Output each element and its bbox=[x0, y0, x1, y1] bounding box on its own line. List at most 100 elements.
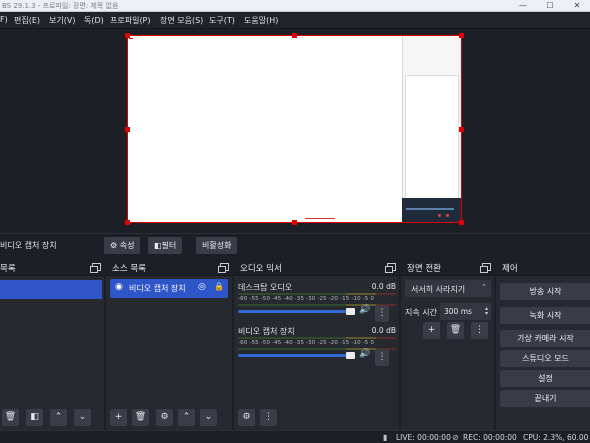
selected-source-name: 비디오 캡처 장치 bbox=[0, 241, 57, 250]
scenes-dock-header: 목록 bbox=[0, 258, 104, 276]
menu-view[interactable]: 보기(V) bbox=[49, 15, 75, 26]
rec-status: REC: 00:00:00 bbox=[463, 433, 517, 442]
trash-icon[interactable]: 🗑 bbox=[132, 409, 149, 426]
controls-dock-header: 제어 bbox=[496, 258, 590, 276]
performance-status: CPU: 2.3%, 60.00 fps bbox=[523, 433, 590, 442]
deactivate-button[interactable]: 비활성화 bbox=[196, 237, 238, 254]
volume-meter bbox=[238, 337, 396, 339]
properties-label: 속성 bbox=[119, 241, 135, 250]
exit-button[interactable]: 끝내기 bbox=[500, 390, 590, 407]
mixer-channel-db: 0.0 dB bbox=[371, 282, 396, 291]
sources-dock-toolbar: + 🗑 ⚙ ⌃ ⌄ bbox=[106, 406, 232, 430]
trash-icon[interactable]: 🗑 bbox=[447, 322, 464, 339]
speaker-icon[interactable]: 🔊 bbox=[359, 349, 370, 359]
audio-mixer-title: 오디오 믹서 bbox=[240, 264, 282, 274]
add-icon[interactable]: + bbox=[110, 409, 127, 426]
resize-handle[interactable] bbox=[292, 33, 297, 38]
sources-dock-title: 소스 목록 bbox=[112, 264, 146, 274]
chevron-up-icon[interactable]: ⌃ bbox=[50, 409, 67, 426]
resize-handle[interactable] bbox=[459, 127, 464, 132]
live-status: LIVE: 00:00:00 bbox=[396, 433, 451, 442]
settings-button[interactable]: 설정 bbox=[500, 370, 590, 387]
volume-slider[interactable] bbox=[238, 310, 348, 313]
duration-spinbox[interactable]: 300 ms ▴ ▾ bbox=[440, 303, 491, 320]
audio-mixer-header: 오디오 믹서 bbox=[234, 258, 399, 276]
trash-icon[interactable]: 🗑 bbox=[2, 409, 19, 426]
source-item-label: 비디오 캡처 장치 bbox=[129, 284, 186, 293]
scene-item[interactable] bbox=[0, 280, 102, 299]
record-icon: ⊘ bbox=[452, 433, 459, 442]
speaker-icon[interactable]: 🔊 bbox=[359, 305, 370, 315]
properties-button[interactable]: ⚙ 속성 bbox=[104, 237, 141, 254]
duration-value: 300 ms bbox=[444, 307, 472, 316]
undock-icon[interactable] bbox=[90, 263, 101, 273]
lock-icon[interactable]: 🔒 bbox=[214, 282, 224, 291]
filter-icon[interactable]: ◧ bbox=[26, 409, 43, 426]
resize-handle[interactable] bbox=[125, 127, 130, 132]
camera-icon: ◉ bbox=[115, 282, 123, 292]
spin-icon[interactable]: ▴ ▾ bbox=[485, 306, 488, 317]
menu-edit[interactable]: 편집(E) bbox=[14, 15, 40, 26]
resize-handle[interactable] bbox=[125, 33, 130, 38]
mixer-channel-name: 비디오 캡처 장치 bbox=[238, 327, 295, 336]
menu-profile[interactable]: 프로파일(P) bbox=[110, 15, 151, 26]
resize-handle[interactable] bbox=[125, 220, 130, 225]
undock-icon[interactable] bbox=[218, 263, 229, 273]
mixer-channel: 데스크탑 오디오 0.0 dB -60 -55 -50 -45 -40 -35 … bbox=[238, 282, 396, 320]
menu-scene-collection[interactable]: 장면 모음(S) bbox=[160, 15, 203, 26]
undock-icon[interactable] bbox=[480, 263, 491, 273]
advanced-audio-icon[interactable]: ⚙ bbox=[238, 409, 255, 426]
transition-select-value: 서서히 사라지기 bbox=[411, 285, 466, 294]
undock-icon[interactable] bbox=[385, 263, 396, 273]
menu-file[interactable]: F) bbox=[0, 15, 8, 24]
sources-dock: 소스 목록 ◉ 비디오 캡처 장치 ◎ 🔒 + 🗑 ⚙ ⌃ ⌄ bbox=[106, 258, 232, 430]
start-recording-button[interactable]: 녹화 시작 bbox=[500, 307, 590, 324]
scenes-dock: 목록 🗑 ◧ ⌃ ⌄ bbox=[0, 258, 104, 430]
menu-bar: F) 편집(E) 보기(V) 독(D) 프로파일(P) 장면 모음(S) 도구(… bbox=[0, 12, 590, 29]
minimize-icon[interactable]: — bbox=[510, 0, 536, 12]
more-options-icon[interactable]: ⋮ bbox=[375, 349, 389, 366]
scenes-dock-title: 목록 bbox=[0, 264, 16, 274]
start-virtual-camera-button[interactable]: 가상 카메라 시작 bbox=[500, 330, 590, 347]
filters-label: 필터 bbox=[161, 241, 177, 250]
eye-icon[interactable]: ◎ bbox=[198, 282, 206, 292]
add-icon[interactable]: + bbox=[423, 322, 440, 339]
more-options-icon[interactable]: ⋮ bbox=[471, 322, 488, 339]
chevron-up-icon[interactable]: ⌃ bbox=[178, 409, 195, 426]
close-icon[interactable]: ✕ bbox=[564, 0, 590, 12]
scenes-dock-toolbar: 🗑 ◧ ⌃ ⌄ bbox=[0, 406, 104, 430]
menu-help[interactable]: 도움말(H) bbox=[244, 15, 278, 26]
chevron-down-icon[interactable]: ⌄ bbox=[200, 409, 217, 426]
more-options-icon[interactable]: ⋮ bbox=[375, 305, 389, 322]
start-streaming-button[interactable]: 방송 시작 bbox=[500, 283, 590, 300]
volume-slider-handle[interactable] bbox=[346, 308, 355, 315]
audio-mixer-dock: 오디오 믹서 데스크탑 오디오 0.0 dB -60 -55 -50 -45 -… bbox=[234, 258, 399, 430]
source-selection-box[interactable] bbox=[127, 35, 462, 223]
filters-button[interactable]: ◧필터 bbox=[148, 237, 183, 254]
transitions-dock-header: 장면 전환 bbox=[401, 258, 494, 276]
volume-slider[interactable] bbox=[238, 354, 348, 357]
transition-select[interactable]: 서서히 사라지기 ⌃ bbox=[405, 280, 491, 297]
studio-mode-button[interactable]: 스튜디오 모드 bbox=[500, 350, 590, 367]
menu-dock[interactable]: 독(D) bbox=[84, 15, 104, 26]
duration-label: 지속 시간 bbox=[405, 308, 437, 317]
more-options-icon[interactable]: ⋮ bbox=[260, 409, 277, 426]
gear-icon[interactable]: ⚙ bbox=[156, 409, 173, 426]
controls-dock: 제어 방송 시작 녹화 시작 가상 카메라 시작 스튜디오 모드 설정 끝내기 bbox=[496, 258, 590, 430]
menu-tools[interactable]: 도구(T) bbox=[209, 15, 235, 26]
source-toolbar: 비디오 캡처 장치 ⚙ 속성 ◧필터 비활성화 bbox=[0, 233, 590, 255]
resize-handle[interactable] bbox=[459, 220, 464, 225]
network-icon: ▮ bbox=[383, 433, 388, 442]
audio-mixer-toolbar: ⚙ ⋮ bbox=[234, 406, 399, 430]
maximize-icon[interactable]: ☐ bbox=[537, 0, 563, 12]
meter-scale: -60 -55 -50 -45 -40 -35 -30 -25 -20 -15 … bbox=[238, 296, 374, 302]
resize-handle[interactable] bbox=[292, 220, 297, 225]
transitions-dock: 장면 전환 서서히 사라지기 ⌃ 지속 시간 300 ms ▴ ▾ + 🗑 ⋮ bbox=[401, 258, 494, 430]
resize-handle[interactable] bbox=[459, 33, 464, 38]
volume-meter bbox=[238, 293, 396, 295]
transitions-dock-title: 장면 전환 bbox=[407, 264, 441, 274]
chevron-down-icon[interactable]: ⌄ bbox=[74, 409, 91, 426]
volume-slider-handle[interactable] bbox=[346, 352, 355, 359]
gear-icon: ⚙ bbox=[110, 241, 118, 250]
source-item[interactable]: ◉ 비디오 캡처 장치 ◎ 🔒 bbox=[110, 279, 228, 298]
